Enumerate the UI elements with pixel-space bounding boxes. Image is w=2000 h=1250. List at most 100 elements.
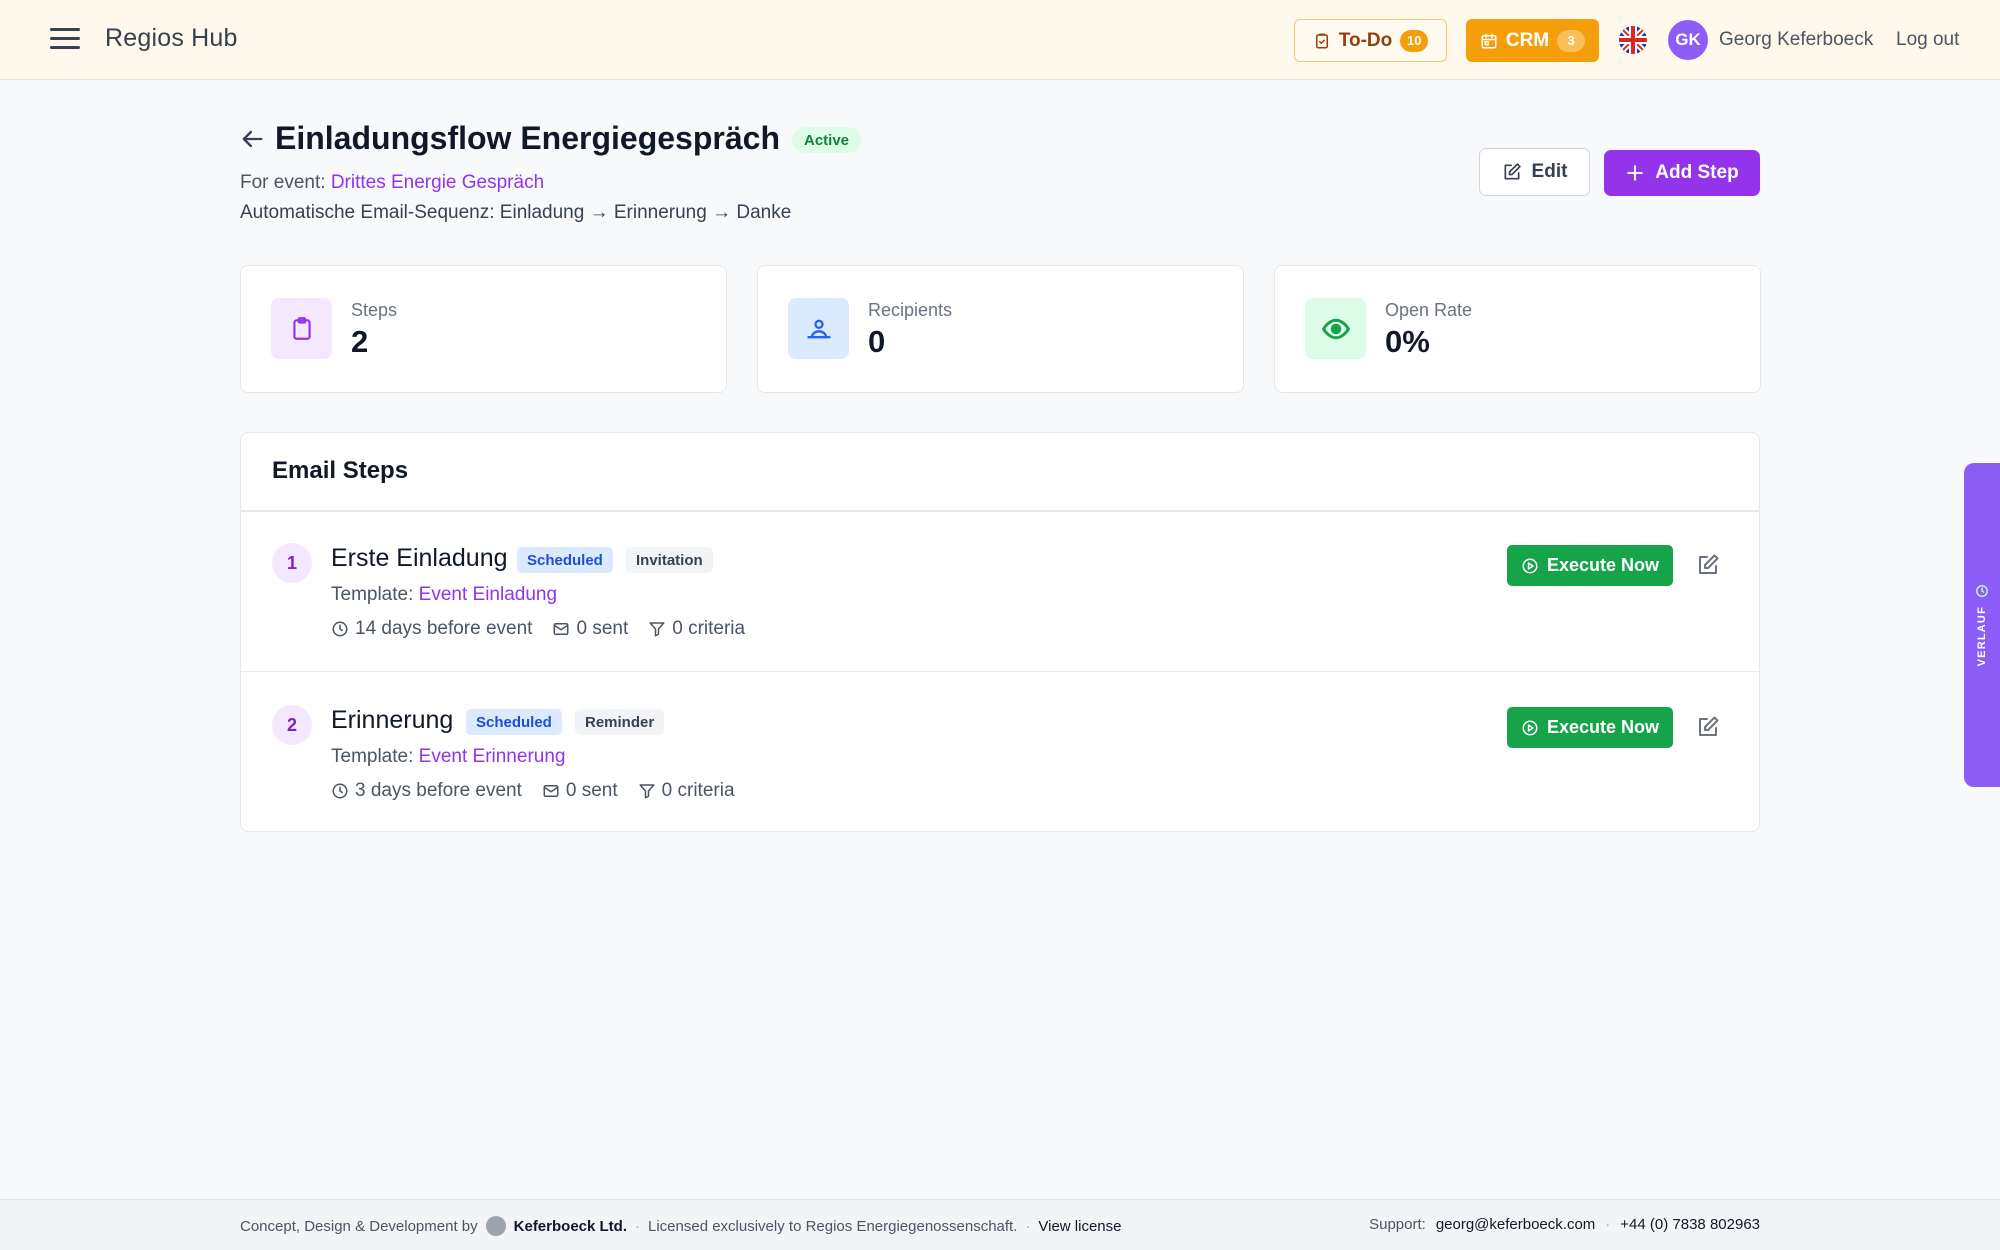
- crm-button[interactable]: CRM 3: [1466, 19, 1599, 62]
- execute-label: Execute Now: [1546, 717, 1660, 737]
- clock-icon: [332, 621, 348, 637]
- email-steps-heading: Email Steps: [272, 457, 409, 484]
- company-logo-icon: [485, 1216, 506, 1236]
- step-type-badge: Invitation: [626, 547, 713, 573]
- mail-icon: [543, 785, 559, 797]
- users-icon: [788, 298, 849, 359]
- footer: Concept, Design & Development by Keferbo…: [0, 1199, 2000, 1250]
- back-arrow-icon[interactable]: [238, 125, 266, 153]
- stat-label: Recipients: [868, 300, 953, 320]
- separator: ·: [1025, 1217, 1031, 1235]
- calendar-icon: [1481, 33, 1497, 48]
- event-link[interactable]: Drittes Energie Gespräch: [331, 172, 544, 193]
- edit-label: Edit: [1531, 161, 1568, 182]
- template-link[interactable]: Event Einladung: [419, 584, 557, 605]
- email-steps-panel: Email Steps 1 Erste Einladung Scheduled …: [240, 432, 1760, 832]
- step-name: Erste Einladung: [331, 544, 508, 572]
- criteria-item: 0 criteria: [638, 780, 735, 802]
- add-step-button[interactable]: Add Step: [1604, 150, 1760, 196]
- stat-card-steps: Steps 2: [240, 265, 727, 393]
- scheduled-badge: Scheduled: [466, 709, 562, 735]
- stat-value: 0%: [1385, 324, 1430, 359]
- sent-text: 0 sent: [576, 618, 629, 639]
- timing-text: 14 days before event: [355, 618, 533, 639]
- step-meta: 3 days before event 0 sent 0 criteria: [331, 780, 735, 802]
- support-label: Support:: [1369, 1216, 1426, 1233]
- step-name: Erinnerung: [331, 706, 454, 734]
- plus-icon: [1627, 165, 1644, 181]
- step-type-badge: Reminder: [575, 709, 665, 735]
- event-line: For event: Drittes Energie Gespräch: [240, 172, 544, 194]
- crm-count-badge: 3: [1557, 29, 1586, 52]
- timing-text: 3 days before event: [355, 780, 522, 801]
- scheduled-badge: Scheduled: [517, 547, 613, 573]
- flow-description: Automatische Email-Sequenz: Einladung → …: [240, 202, 792, 223]
- template-line: Template: Event Erinnerung: [331, 746, 565, 768]
- hamburger-menu-icon[interactable]: [50, 28, 80, 52]
- criteria-text: 0 criteria: [661, 780, 735, 801]
- step-meta: 14 days before event 0 sent 0 criteria: [331, 618, 745, 640]
- clipboard-icon: [271, 298, 332, 359]
- footer-credits: Concept, Design & Development by Keferbo…: [240, 1216, 1122, 1236]
- todo-button[interactable]: To-Do 10: [1294, 19, 1447, 62]
- edit-button[interactable]: Edit: [1479, 148, 1590, 196]
- clock-icon: [1976, 584, 1988, 597]
- filter-icon: [639, 784, 655, 799]
- timing-item: 3 days before event: [331, 780, 522, 802]
- clipboard-check-icon: [1315, 33, 1328, 48]
- crm-label: CRM: [1505, 29, 1550, 51]
- footer-license-text: Licensed exclusively to Regios Energiege…: [648, 1217, 1018, 1235]
- filter-icon: [649, 622, 665, 637]
- stat-card-recipients: Recipients 0: [757, 265, 1244, 393]
- criteria-text: 0 criteria: [672, 618, 746, 639]
- footer-company[interactable]: Keferboeck Ltd.: [514, 1218, 627, 1235]
- logout-link[interactable]: Log out: [1896, 29, 1959, 51]
- step-number: 2: [272, 705, 312, 745]
- user-name[interactable]: Georg Keferboeck: [1719, 29, 1873, 51]
- page-title: Einladungsflow Energiegespräch: [275, 120, 780, 156]
- stat-label: Open Rate: [1385, 300, 1473, 320]
- execute-label: Execute Now: [1546, 555, 1660, 575]
- sent-item: 0 sent: [542, 780, 618, 802]
- edit-step-icon[interactable]: [1696, 553, 1720, 577]
- timing-item: 14 days before event: [331, 618, 532, 640]
- history-side-tab[interactable]: VERLAUF: [1964, 463, 2000, 787]
- edit-step-icon[interactable]: [1696, 715, 1720, 739]
- user-avatar[interactable]: GK: [1668, 20, 1708, 60]
- execute-now-button[interactable]: Execute Now: [1507, 707, 1673, 748]
- sent-text: 0 sent: [565, 780, 618, 801]
- support-phone-link[interactable]: +44 (0) 7838 802963: [1620, 1216, 1760, 1233]
- support-email-link[interactable]: georg@keferboeck.com: [1436, 1216, 1595, 1233]
- stat-value: 2: [351, 324, 369, 359]
- separator: ·: [1605, 1216, 1611, 1233]
- criteria-item: 0 criteria: [648, 618, 745, 640]
- sent-item: 0 sent: [552, 618, 628, 640]
- uk-flag-language-icon[interactable]: [1619, 26, 1647, 54]
- stat-value: 0: [868, 324, 886, 359]
- template-line: Template: Event Einladung: [331, 584, 557, 606]
- edit-icon: [1504, 163, 1521, 180]
- footer-support: Support: georg@keferboeck.com · +44 (0) …: [1369, 1216, 1760, 1233]
- template-prefix: Template:: [331, 584, 414, 605]
- todo-label: To-Do: [1338, 29, 1393, 51]
- event-prefix: For event:: [240, 172, 326, 193]
- side-tab-label: VERLAUF: [1976, 605, 1988, 667]
- step-number: 1: [272, 543, 312, 583]
- mail-icon: [553, 623, 569, 635]
- step-row: 1 Erste Einladung Scheduled Invitation T…: [241, 511, 1759, 672]
- template-link[interactable]: Event Erinnerung: [419, 746, 566, 767]
- view-license-link[interactable]: View license: [1038, 1218, 1121, 1235]
- stat-card-open-rate: Open Rate 0%: [1274, 265, 1761, 393]
- play-circle-icon: [1522, 720, 1538, 735]
- play-circle-icon: [1522, 558, 1538, 573]
- execute-now-button[interactable]: Execute Now: [1507, 545, 1673, 586]
- status-badge: Active: [792, 127, 862, 153]
- step-row: 2 Erinnerung Scheduled Reminder Template…: [241, 673, 1759, 834]
- eye-icon: [1305, 298, 1366, 359]
- separator: ·: [635, 1217, 640, 1235]
- top-bar: Regios Hub To-Do 10 CRM 3 GK Georg Kefer…: [0, 0, 2000, 80]
- template-prefix: Template:: [331, 746, 414, 767]
- app-brand[interactable]: Regios Hub: [105, 24, 238, 53]
- footer-credit-text: Concept, Design & Development by: [240, 1217, 478, 1235]
- todo-count-badge: 10: [1400, 29, 1429, 52]
